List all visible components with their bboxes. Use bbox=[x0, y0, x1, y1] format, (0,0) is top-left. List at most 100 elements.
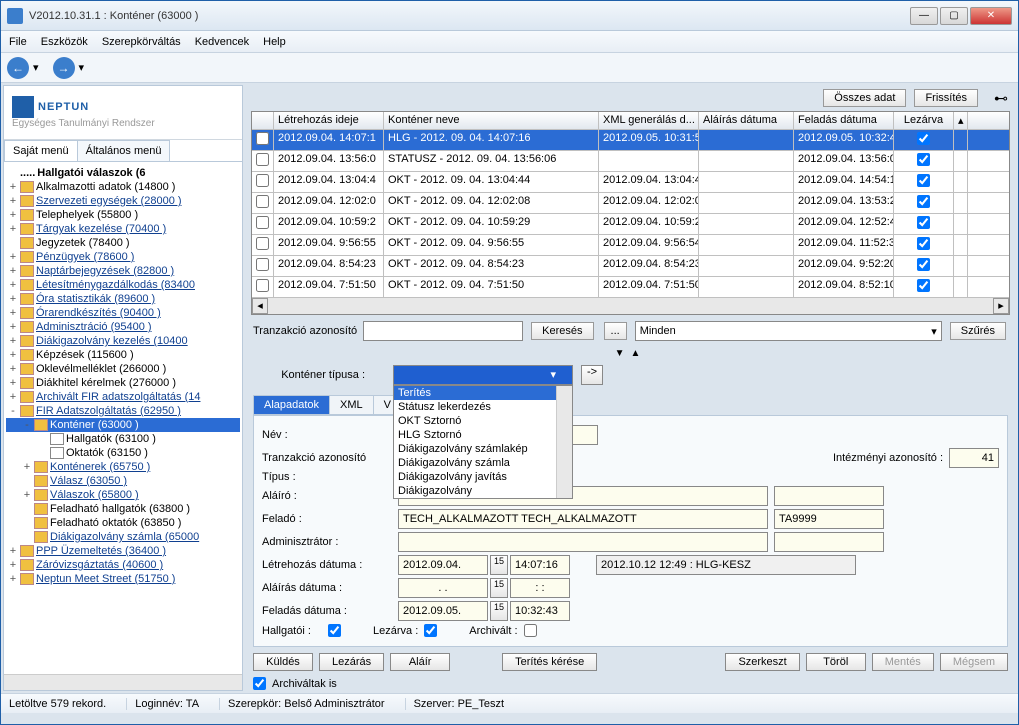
filter-button[interactable]: Szűrés bbox=[950, 322, 1006, 340]
table-row[interactable]: 2012.09.04. 8:54:23OKT - 2012. 09. 04. 8… bbox=[252, 256, 1009, 277]
tree-item[interactable]: +Archivált FIR adatszolgáltatás (14 bbox=[6, 390, 240, 404]
created-time-input[interactable] bbox=[510, 555, 570, 575]
type-option[interactable]: HLG Sztornó bbox=[394, 428, 572, 442]
grid-hscroll[interactable]: ◂ ▸ bbox=[252, 298, 1009, 314]
tree-scrollbar[interactable] bbox=[4, 674, 242, 690]
menu-favorites[interactable]: Kedvencek bbox=[195, 36, 249, 48]
row-closed-checkbox[interactable] bbox=[917, 258, 930, 271]
tree-item[interactable]: +Pénzügyek (78600 ) bbox=[6, 250, 240, 264]
admin-input[interactable] bbox=[398, 532, 768, 552]
tree-item[interactable]: +Tárgyak kezelése (70400 ) bbox=[6, 222, 240, 236]
archived-too-checkbox[interactable] bbox=[253, 677, 266, 690]
send-button[interactable]: Küldés bbox=[253, 653, 313, 671]
col-xml[interactable]: XML generálás d... bbox=[599, 112, 699, 129]
edit-button[interactable]: Szerkeszt bbox=[725, 653, 799, 671]
nav-forward-drop[interactable]: ▾ bbox=[79, 61, 85, 74]
tree-item[interactable]: +Képzések (115600 ) bbox=[6, 348, 240, 362]
row-closed-checkbox[interactable] bbox=[917, 195, 930, 208]
tree-item-selected[interactable]: -Konténer (63000 ) bbox=[6, 418, 240, 432]
created-date-input[interactable] bbox=[398, 555, 488, 575]
type-dropdown-scroll[interactable] bbox=[556, 386, 572, 498]
maximize-button[interactable]: ▢ bbox=[940, 7, 968, 25]
row-checkbox[interactable] bbox=[256, 153, 269, 166]
archived-checkbox[interactable] bbox=[524, 624, 537, 637]
student-checkbox[interactable] bbox=[328, 624, 341, 637]
type-option[interactable]: Diákigazolvány számlakép bbox=[394, 442, 572, 456]
menu-help[interactable]: Help bbox=[263, 36, 286, 48]
tree-item[interactable]: +Neptun Meet Street (51750 ) bbox=[6, 572, 240, 586]
tree-item[interactable]: +Diákhitel kérelmek (276000 ) bbox=[6, 376, 240, 390]
col-sent[interactable]: Feladás dátuma bbox=[794, 112, 894, 129]
instid-input[interactable] bbox=[949, 448, 999, 468]
tree-item[interactable]: +Oklevélmelléklet (266000 ) bbox=[6, 362, 240, 376]
tree-item[interactable]: Diákigazolvány számla (65000 bbox=[6, 530, 240, 544]
row-checkbox[interactable] bbox=[256, 279, 269, 292]
signed-time-input[interactable] bbox=[510, 578, 570, 598]
collapse-handle[interactable]: ▼▲ bbox=[245, 347, 1016, 359]
tree-item[interactable]: +Adminisztráció (95400 ) bbox=[6, 320, 240, 334]
col-created[interactable]: Létrehozás ideje bbox=[274, 112, 384, 129]
tree-item[interactable]: Feladható hallgatók (63800 ) bbox=[6, 502, 240, 516]
tree-item[interactable]: +Óra statisztikák (89600 ) bbox=[6, 292, 240, 306]
type-option[interactable]: Terítés bbox=[394, 386, 572, 400]
row-checkbox[interactable] bbox=[256, 132, 269, 145]
table-row[interactable]: 2012.09.04. 9:56:55OKT - 2012. 09. 04. 9… bbox=[252, 235, 1009, 256]
nav-forward-icon[interactable]: → bbox=[53, 57, 75, 79]
filter-select[interactable]: Minden▾ bbox=[635, 321, 942, 341]
row-closed-checkbox[interactable] bbox=[917, 237, 930, 250]
tab-basic-data[interactable]: Alapadatok bbox=[253, 395, 330, 415]
tree-item[interactable]: Feladható oktatók (63850 ) bbox=[6, 516, 240, 530]
menu-file[interactable]: File bbox=[9, 36, 27, 48]
tree-item[interactable]: +Órarendkészítés (90400 ) bbox=[6, 306, 240, 320]
tree-item[interactable]: +Konténerek (65750 ) bbox=[6, 460, 240, 474]
type-option[interactable]: Diákigazolvány javítás bbox=[394, 470, 572, 484]
col-scroll-up[interactable]: ▴ bbox=[954, 112, 968, 129]
tree-item[interactable]: -FIR Adatszolgáltatás (62950 ) bbox=[6, 404, 240, 418]
menu-roleswitch[interactable]: Szerepkörváltás bbox=[102, 36, 181, 48]
sender-code-input[interactable] bbox=[774, 509, 884, 529]
sent-date-picker-icon[interactable]: 15 bbox=[490, 601, 508, 621]
nav-back-drop[interactable]: ▾ bbox=[33, 61, 39, 74]
tree[interactable]: .....Hallgatói válaszok (6 +Alkalmazotti… bbox=[4, 162, 242, 674]
tree-item[interactable]: Válasz (63050 ) bbox=[6, 474, 240, 488]
close-button[interactable]: ✕ bbox=[970, 7, 1012, 25]
type-option[interactable]: Diákigazolvány bbox=[394, 484, 572, 498]
signed-date-picker-icon[interactable]: 15 bbox=[490, 578, 508, 598]
row-closed-checkbox[interactable] bbox=[917, 153, 930, 166]
refresh-button[interactable]: Frissítés bbox=[914, 89, 978, 107]
type-apply-button[interactable]: -> bbox=[581, 365, 603, 385]
table-row[interactable]: 2012.09.04. 13:56:0STATUSZ - 2012. 09. 0… bbox=[252, 151, 1009, 172]
tree-item[interactable]: +Válaszok (65800 ) bbox=[6, 488, 240, 502]
type-input[interactable]: ▾ bbox=[393, 365, 573, 385]
tab-own-menu[interactable]: Saját menü bbox=[4, 140, 78, 161]
close-container-button[interactable]: Lezárás bbox=[319, 653, 384, 671]
tab-xml[interactable]: XML bbox=[329, 395, 374, 415]
col-closed[interactable]: Lezárva bbox=[894, 112, 954, 129]
row-checkbox[interactable] bbox=[256, 216, 269, 229]
search-more-button[interactable]: ... bbox=[604, 322, 627, 340]
menu-tools[interactable]: Eszközök bbox=[41, 36, 88, 48]
table-row[interactable]: 2012.09.04. 12:02:0OKT - 2012. 09. 04. 1… bbox=[252, 193, 1009, 214]
tree-item[interactable]: +Telephelyek (55800 ) bbox=[6, 208, 240, 222]
row-checkbox[interactable] bbox=[256, 258, 269, 271]
table-row[interactable]: 2012.09.04. 13:04:4OKT - 2012. 09. 04. 1… bbox=[252, 172, 1009, 193]
table-row[interactable]: 2012.09.04. 10:59:2OKT - 2012. 09. 04. 1… bbox=[252, 214, 1009, 235]
closed-checkbox[interactable] bbox=[424, 624, 437, 637]
type-option[interactable]: OKT Sztornó bbox=[394, 414, 572, 428]
col-name[interactable]: Konténer neve bbox=[384, 112, 599, 129]
tree-item[interactable]: +Létesítménygazdálkodás (83400 bbox=[6, 278, 240, 292]
spread-button[interactable]: Terítés kérése bbox=[502, 653, 597, 671]
row-closed-checkbox[interactable] bbox=[917, 174, 930, 187]
type-option[interactable]: Diákigazolvány számla bbox=[394, 456, 572, 470]
search-button[interactable]: Keresés bbox=[531, 322, 593, 340]
all-data-button[interactable]: Összes adat bbox=[823, 89, 906, 107]
table-row[interactable]: 2012.09.04. 14:07:1HLG - 2012. 09. 04. 1… bbox=[252, 130, 1009, 151]
tree-item[interactable]: +PPP Üzemeltetés (36400 ) bbox=[6, 544, 240, 558]
col-signed[interactable]: Aláírás dátuma bbox=[699, 112, 794, 129]
tree-item[interactable]: +Szervezeti egységek (28000 ) bbox=[6, 194, 240, 208]
row-checkbox[interactable] bbox=[256, 174, 269, 187]
tree-item[interactable]: Oktatók (63150 ) bbox=[6, 446, 240, 460]
tree-item[interactable]: +Záróvizsgáztatás (40600 ) bbox=[6, 558, 240, 572]
tree-item[interactable]: Hallgatók (63100 ) bbox=[6, 432, 240, 446]
signer-code-input[interactable] bbox=[774, 486, 884, 506]
